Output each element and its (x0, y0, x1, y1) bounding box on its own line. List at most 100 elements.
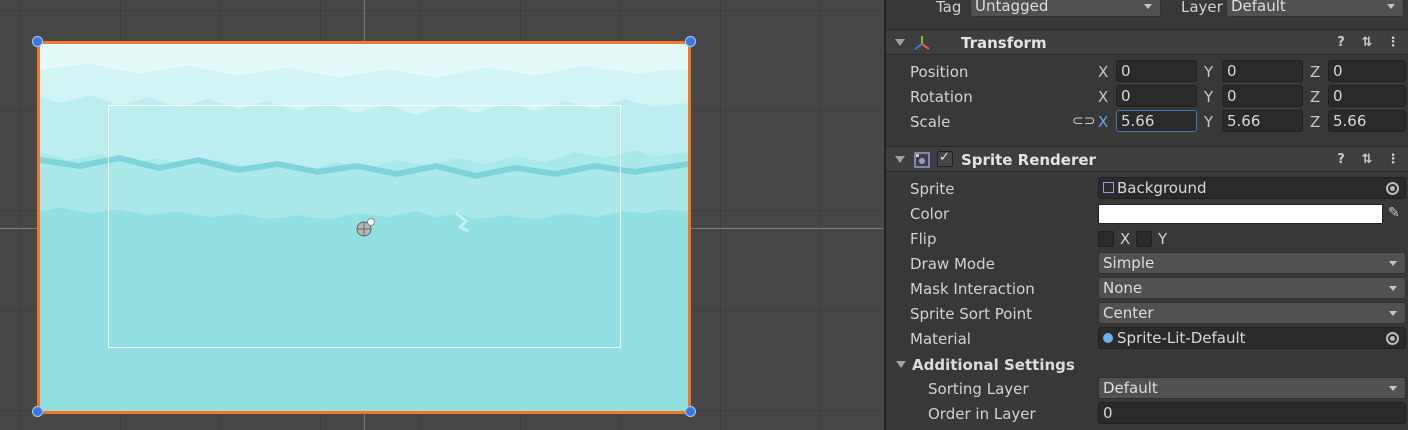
sorting-layer-row: Sorting Layer Default (886, 377, 1408, 402)
flip-y-checkbox[interactable] (1136, 231, 1152, 247)
flip-x-checkbox[interactable] (1098, 231, 1114, 247)
transform-title: Transform (961, 34, 1047, 52)
color-label: Color (910, 205, 950, 223)
resize-handle-bottom-left[interactable] (32, 406, 43, 417)
sprite-renderer-icon (914, 152, 930, 168)
scale-label: Scale (910, 113, 951, 131)
additional-settings-foldout[interactable]: Additional Settings (886, 353, 1408, 378)
flip-x-label: X (1120, 230, 1131, 248)
chevron-down-icon (1389, 386, 1397, 391)
sprite-sort-point-dropdown[interactable]: Center (1098, 302, 1406, 324)
position-x-label: X (1098, 63, 1109, 81)
draw-mode-row: Draw Mode Simple (886, 252, 1408, 277)
mask-interaction-dropdown[interactable]: None (1098, 277, 1406, 299)
tag-dropdown[interactable]: Untagged (970, 0, 1161, 17)
pivot-gizmo-icon[interactable] (354, 217, 376, 239)
chevron-down-icon (1389, 261, 1397, 266)
scale-y-label: Y (1204, 113, 1214, 131)
sorting-layer-label: Sorting Layer (928, 380, 1029, 398)
foldout-arrow-icon[interactable] (895, 39, 905, 46)
scale-y-field[interactable]: 5.66 (1222, 110, 1303, 132)
layer-value: Default (1231, 0, 1286, 15)
tag-layer-row: Tag Untagged Layer Default (886, 0, 1408, 20)
help-icon[interactable]: ? (1334, 152, 1348, 168)
sorting-layer-dropdown[interactable]: Default (1098, 377, 1406, 399)
chevron-down-icon (1144, 4, 1152, 9)
scale-x-field[interactable]: 5.66 (1116, 110, 1197, 132)
scale-x-label: X (1098, 113, 1109, 131)
rotation-y-field[interactable]: 0 (1222, 85, 1303, 107)
position-y-field[interactable]: 0 (1222, 60, 1303, 82)
sprite-label: Sprite (910, 180, 955, 198)
rotation-row: Rotation X 0 Y 0 Z 0 (886, 85, 1408, 110)
flip-label: Flip (910, 230, 937, 248)
material-label: Material (910, 330, 971, 348)
order-in-layer-label: Order in Layer (928, 405, 1036, 423)
kebab-menu-icon[interactable]: ⋮ (1386, 35, 1400, 51)
sprite-renderer-enabled-checkbox[interactable]: ✓ (937, 150, 953, 167)
position-z-label: Z (1310, 63, 1321, 81)
sprite-sort-point-row: Sprite Sort Point Center (886, 302, 1408, 327)
position-z-field[interactable]: 0 (1328, 60, 1406, 82)
sprite-sort-point-label: Sprite Sort Point (910, 305, 1033, 323)
material-asset-icon (1103, 333, 1113, 343)
chevron-down-icon (1389, 311, 1397, 316)
link-icon[interactable]: ⊂⊃ (1072, 113, 1095, 129)
inspector-panel: Tag Untagged Layer Default Transform ? ⇅… (884, 0, 1408, 430)
rotation-x-label: X (1098, 88, 1109, 106)
rotation-label: Rotation (910, 88, 973, 106)
transform-header[interactable]: Transform ? ⇅ ⋮ (886, 29, 1408, 55)
material-object-field[interactable]: Sprite-Lit-Default (1098, 327, 1406, 349)
foldout-arrow-icon[interactable] (896, 361, 906, 368)
draw-mode-label: Draw Mode (910, 255, 995, 273)
order-in-layer-field[interactable]: 0 (1098, 402, 1406, 424)
position-x-field[interactable]: 0 (1116, 60, 1197, 82)
sprite-sort-point-value: Center (1103, 304, 1154, 322)
additional-settings-title: Additional Settings (912, 356, 1075, 374)
object-picker-icon[interactable] (1386, 332, 1399, 345)
mask-interaction-label: Mask Interaction (910, 280, 1035, 298)
position-y-label: Y (1204, 63, 1214, 81)
scale-z-label: Z (1310, 113, 1321, 131)
presets-icon[interactable]: ⇅ (1360, 152, 1374, 168)
object-picker-icon[interactable] (1386, 182, 1399, 195)
mask-interaction-row: Mask Interaction None (886, 277, 1408, 302)
sorting-layer-value: Default (1103, 379, 1158, 397)
foldout-arrow-icon[interactable] (895, 156, 905, 163)
order-in-layer-row: Order in Layer 0 (886, 402, 1408, 427)
layer-dropdown[interactable]: Default (1226, 0, 1404, 17)
material-row: Material Sprite-Lit-Default (886, 327, 1408, 352)
resize-handle-top-right[interactable] (685, 36, 696, 47)
color-row: Color ✎ (886, 202, 1408, 227)
sprite-renderer-header[interactable]: ✓ Sprite Renderer ? ⇅ ⋮ (886, 146, 1408, 172)
sprite-row: Sprite Background (886, 177, 1408, 202)
color-swatch[interactable] (1098, 204, 1383, 224)
scene-view[interactable] (0, 0, 884, 430)
kebab-menu-icon[interactable]: ⋮ (1386, 152, 1400, 168)
mask-interaction-value: None (1103, 279, 1143, 297)
chevron-down-icon (1389, 286, 1397, 291)
rotation-x-field[interactable]: 0 (1116, 85, 1197, 107)
chevron-down-icon (1387, 4, 1395, 9)
tag-value: Untagged (975, 0, 1049, 15)
rotation-z-field[interactable]: 0 (1328, 85, 1406, 107)
flip-y-label: Y (1158, 230, 1168, 248)
eyedropper-icon[interactable]: ✎ (1388, 205, 1400, 221)
help-icon[interactable]: ? (1334, 35, 1348, 51)
tag-label: Tag (936, 0, 962, 16)
rotation-z-label: Z (1310, 88, 1321, 106)
scale-row: Scale ⊂⊃ X 5.66 Y 5.66 Z 5.66 (886, 110, 1408, 135)
checkmark-icon: ✓ (939, 150, 950, 165)
presets-icon[interactable]: ⇅ (1360, 35, 1374, 51)
layer-label: Layer (1181, 0, 1223, 16)
draw-mode-dropdown[interactable]: Simple (1098, 252, 1406, 274)
rotation-y-label: Y (1204, 88, 1214, 106)
sprite-asset-icon (1103, 182, 1114, 193)
position-label: Position (910, 63, 969, 81)
scale-z-field[interactable]: 5.66 (1328, 110, 1406, 132)
transform-icon (914, 36, 930, 50)
sprite-object-field[interactable]: Background (1098, 177, 1406, 199)
resize-handle-bottom-right[interactable] (685, 406, 696, 417)
resize-handle-top-left[interactable] (32, 36, 43, 47)
draw-mode-value: Simple (1103, 254, 1155, 272)
